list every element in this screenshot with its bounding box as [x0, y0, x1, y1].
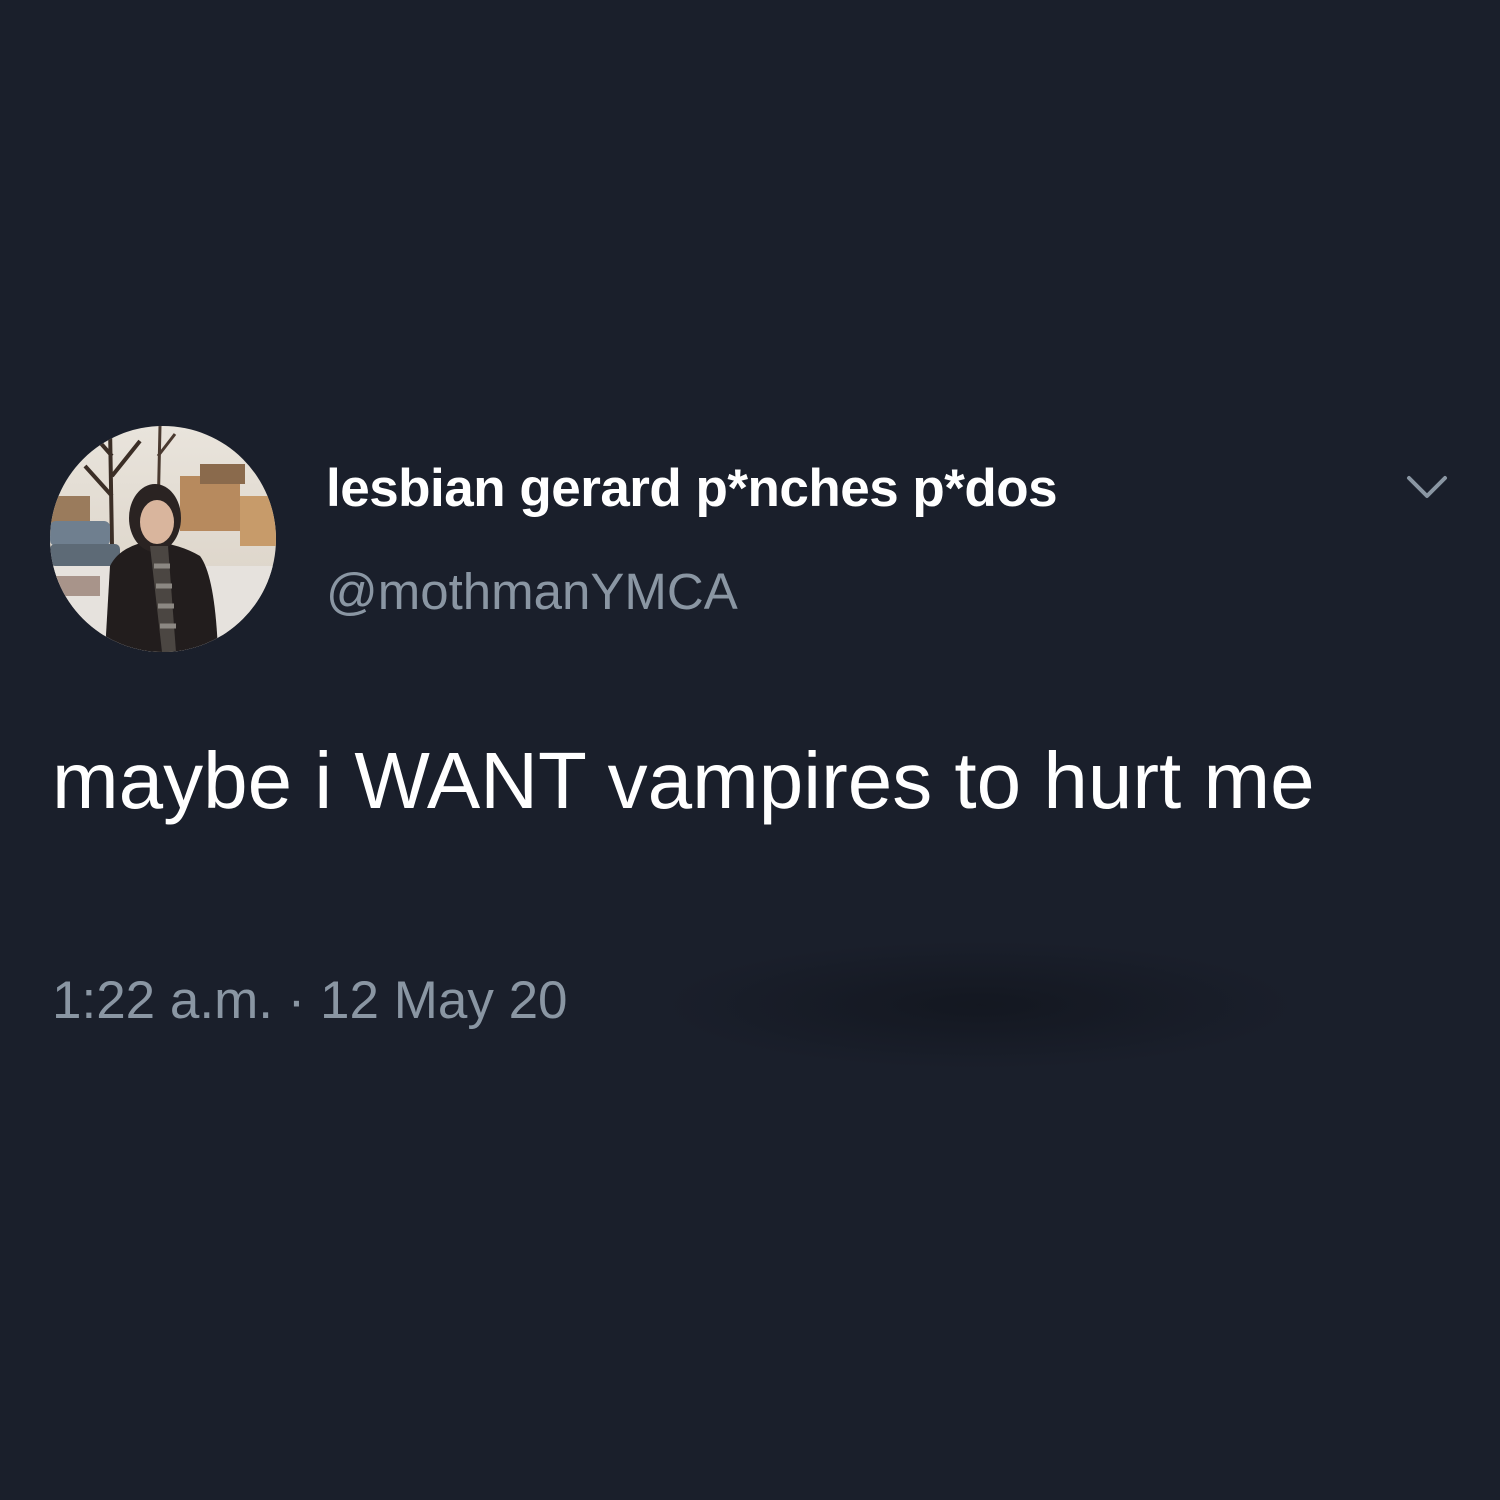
display-name[interactable]: lesbian gerard p*nches p*dos	[326, 458, 1058, 519]
tweet-card: lesbian gerard p*nches p*dos @mothmanYMC…	[0, 0, 1500, 1500]
avatar[interactable]	[50, 426, 276, 652]
tweet-timestamp[interactable]: 1:22 a.m. · 12 May 20	[52, 970, 568, 1031]
avatar-photo	[50, 426, 276, 652]
tweet-text: maybe i WANT vampires to hurt me	[52, 736, 1315, 825]
chevron-down-icon[interactable]	[1405, 470, 1449, 504]
redaction-smudge	[660, 940, 1300, 1070]
user-handle[interactable]: @mothmanYMCA	[326, 562, 738, 621]
